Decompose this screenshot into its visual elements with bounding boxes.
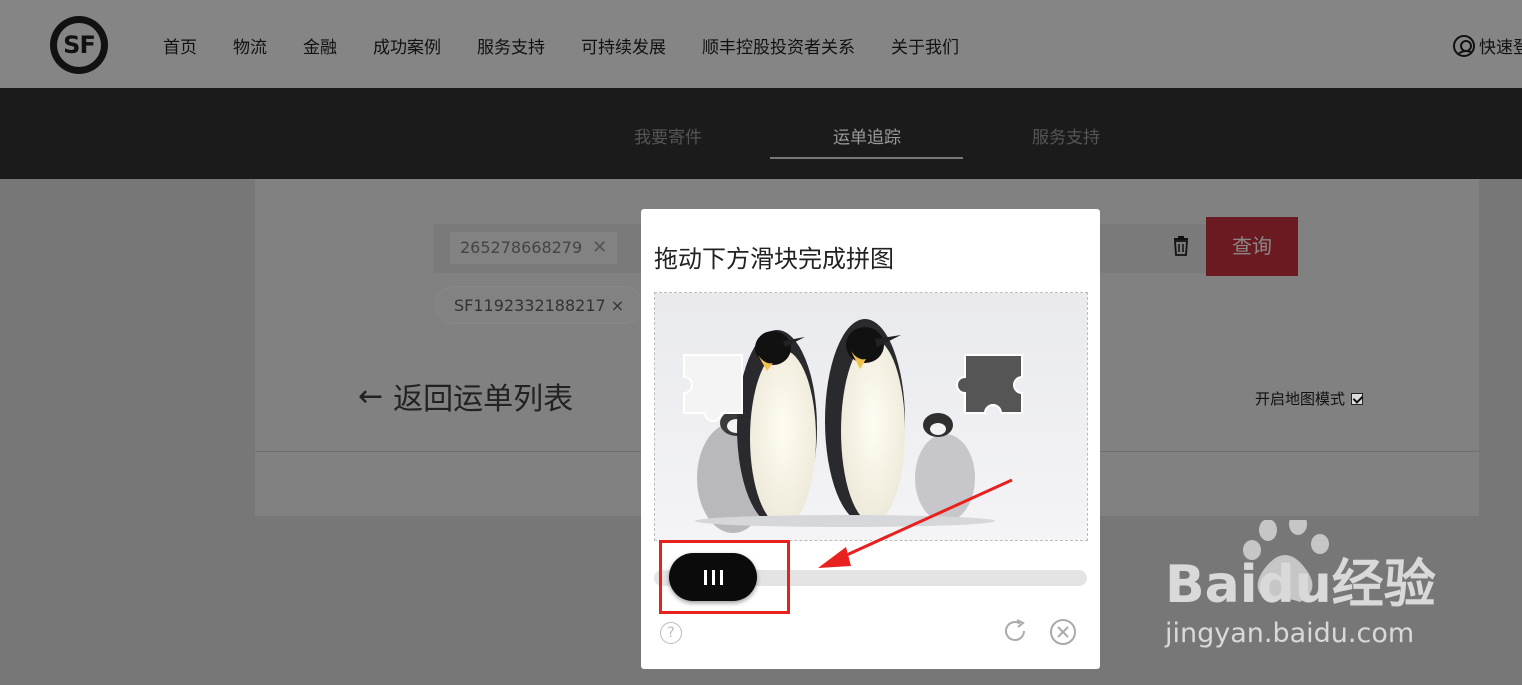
annotation-highlight-box	[659, 540, 790, 614]
close-icon[interactable]	[1049, 618, 1077, 646]
map-mode-toggle[interactable]: 开启地图模式	[1255, 388, 1364, 409]
history-waybill-chip[interactable]: SF1192332188217 ×	[435, 286, 644, 324]
tab-tracking[interactable]: 运单追踪	[833, 123, 901, 148]
tab-send[interactable]: 我要寄件	[634, 123, 702, 148]
puzzle-target-hole	[956, 354, 1023, 414]
tab-service-support[interactable]: 服务支持	[1032, 123, 1100, 148]
main-nav: 首页 物流 金融 成功案例 服务支持 可持续发展 顺丰控股投资者关系 关于我们	[163, 33, 995, 58]
nav-item-home[interactable]: 首页	[163, 33, 197, 58]
refresh-icon[interactable]	[1001, 617, 1029, 645]
back-to-list-link[interactable]: ← 返回运单列表	[358, 374, 573, 418]
user-icon	[1453, 34, 1475, 57]
query-button[interactable]: 查询	[1206, 217, 1298, 276]
quick-login-label: 快速登	[1479, 38, 1522, 58]
nav-item-sustainability[interactable]: 可持续发展	[581, 33, 666, 58]
logo-text: SF	[63, 31, 96, 59]
captcha-title: 拖动下方滑块完成拼图	[654, 245, 894, 273]
map-mode-label: 开启地图模式	[1255, 390, 1346, 408]
nav-item-cases[interactable]: 成功案例	[373, 33, 441, 58]
arrow-left-icon: ←	[358, 378, 384, 414]
back-to-list-label: 返回运单列表	[393, 382, 574, 417]
nav-item-support[interactable]: 服务支持	[477, 33, 545, 58]
map-mode-checkbox[interactable]	[1351, 392, 1364, 405]
active-tab-indicator	[770, 157, 963, 159]
waybill-chip-label: 265278668279	[460, 238, 583, 257]
nav-item-finance[interactable]: 金融	[303, 33, 337, 58]
chip-remove-icon[interactable]: ✕	[592, 237, 607, 258]
trash-icon[interactable]	[1172, 236, 1190, 256]
puzzle-image	[654, 292, 1088, 541]
nav-item-investor-relations[interactable]: 顺丰控股投资者关系	[702, 33, 855, 58]
watermark-url: jingyan.baidu.com	[1164, 618, 1414, 649]
baidu-jingyan-watermark: Baidu经验 jingyan.baidu.com	[1164, 520, 1436, 649]
sf-logo[interactable]: SF	[50, 16, 108, 74]
sub-navbar: 我要寄件 运单追踪 服务支持	[0, 88, 1522, 179]
quick-login-link[interactable]: 快速登	[1453, 33, 1522, 58]
puzzle-piece[interactable]	[683, 354, 743, 422]
watermark-brand: Baidu经验	[1165, 555, 1436, 615]
top-navbar: SF 首页 物流 金融 成功案例 服务支持 可持续发展 顺丰控股投资者关系 关于…	[0, 0, 1522, 88]
nav-item-logistics[interactable]: 物流	[233, 33, 267, 58]
nav-item-about[interactable]: 关于我们	[891, 33, 959, 58]
help-icon[interactable]: ?	[660, 622, 682, 644]
waybill-chip[interactable]: 265278668279 ✕	[450, 232, 618, 264]
